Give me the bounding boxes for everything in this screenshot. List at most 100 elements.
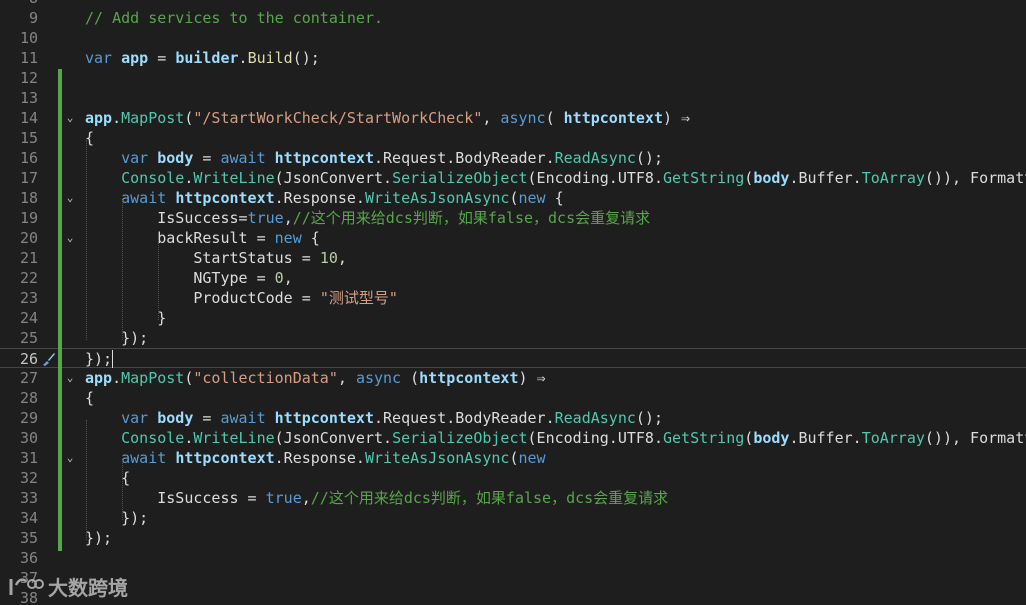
code-text[interactable]: await httpcontext.Response.WriteAsJsonAs…	[85, 188, 564, 208]
line-number: 17	[19, 169, 38, 187]
code-text[interactable]: }	[85, 308, 166, 328]
code-line[interactable]: 34 });	[0, 508, 1026, 528]
code-text[interactable]: });	[85, 508, 148, 528]
code-line[interactable]: 9 // Add services to the container.	[0, 8, 1026, 28]
code-line[interactable]: 28 {	[0, 388, 1026, 408]
code-line[interactable]: 20 ⌄ backResult = new {	[0, 228, 1026, 248]
code-line[interactable]: 27 ⌄ app.MapPost("collectionData", async (…	[0, 368, 1026, 388]
code-line[interactable]: 25 });	[0, 328, 1026, 348]
code-line[interactable]: 30 Console.WriteLine(JsonConvert.Seriali…	[0, 428, 1026, 448]
code-token: 0	[274, 269, 284, 287]
code-line[interactable]: 33 IsSuccess = true,//这个用来给dcs判断，如果false…	[0, 488, 1026, 508]
fold-chevron-icon[interactable]: ⌄	[64, 112, 76, 124]
code-line[interactable]: 37	[0, 568, 1026, 588]
code-text[interactable]: StartStatus = 10,	[85, 248, 347, 268]
code-text[interactable]: Console.WriteLine(JsonConvert.SerializeO…	[85, 428, 1026, 448]
code-token: "测试型号"	[319, 289, 398, 307]
code-text[interactable]: var body = await httpcontext.Request.Bod…	[85, 408, 663, 428]
code-token: ,	[337, 369, 356, 387]
code-line[interactable]: 31 ⌄ await httpcontext.Response.WriteAsJs…	[0, 448, 1026, 468]
code-line[interactable]: 32 {	[0, 468, 1026, 488]
code-line[interactable]: 19 IsSuccess=true,//这个用来给dcs判断，如果false，d…	[0, 208, 1026, 228]
code-line[interactable]: 24 }	[0, 308, 1026, 328]
code-text[interactable]: await httpcontext.Response.WriteAsJsonAs…	[85, 448, 545, 468]
code-token: {	[85, 469, 131, 487]
code-editor[interactable]: 89 // Add services to the container. 10 11 v…	[0, 0, 1026, 605]
code-token: {	[301, 229, 320, 247]
code-text[interactable]: var body = await httpcontext.Request.Bod…	[85, 148, 663, 168]
code-text[interactable]: Console.WriteLine(JsonConvert.SerializeO…	[85, 168, 1026, 188]
code-token: var	[121, 409, 149, 427]
code-token: });	[85, 509, 149, 527]
code-token: ()), Formatt	[924, 429, 1026, 447]
fold-chevron-icon[interactable]: ⌄	[64, 452, 76, 464]
line-number: 27	[19, 369, 38, 387]
code-token: (	[401, 369, 420, 387]
code-text[interactable]: var app = builder.Build();	[85, 48, 320, 68]
fold-chevron-icon[interactable]: ⌄	[64, 232, 76, 244]
code-line[interactable]: 35});	[0, 528, 1026, 548]
code-line[interactable]: 8	[0, 0, 1026, 8]
code-line[interactable]: 18 ⌄ await httpcontext.Response.WriteAsJs…	[0, 188, 1026, 208]
code-token: IsSuccess=	[85, 209, 248, 227]
code-line[interactable]: 16 var body = await httpcontext.Request.…	[0, 148, 1026, 168]
code-line[interactable]: 26});	[0, 348, 1026, 368]
code-token: WriteAsJsonAsync	[364, 189, 510, 207]
code-line[interactable]: 21 StartStatus = 10,	[0, 248, 1026, 268]
line-number: 13	[19, 89, 38, 107]
code-token: "collectionData"	[193, 369, 338, 387]
code-token: SerializeObject	[392, 169, 528, 187]
quick-actions-brush-icon[interactable]	[40, 351, 56, 367]
indent-guide	[86, 140, 87, 340]
code-line[interactable]: 29 var body = await httpcontext.Request.…	[0, 408, 1026, 428]
code-line[interactable]: 11 var app = builder.Build();	[0, 48, 1026, 68]
code-text[interactable]: IsSuccess = true,//这个用来给dcs判断，如果false，dc…	[85, 488, 668, 508]
code-line[interactable]: 23 ProductCode = "测试型号"	[0, 288, 1026, 308]
code-line[interactable]: 17 Console.WriteLine(JsonConvert.Seriali…	[0, 168, 1026, 188]
code-token: (	[545, 109, 564, 127]
code-line[interactable]: 10	[0, 28, 1026, 48]
line-number: 35	[19, 529, 38, 547]
code-line[interactable]: 14 ⌄ app.MapPost ("/StartWorkCheck/StartWor…	[0, 108, 1026, 128]
code-text[interactable]: });	[85, 349, 112, 369]
code-line[interactable]: 13	[0, 88, 1026, 108]
fold-chevron-icon[interactable]: ⌄	[64, 192, 76, 204]
code-text[interactable]: // Add services to the container.	[85, 8, 383, 28]
line-number: 12	[19, 69, 38, 87]
code-text[interactable]: app.MapPost ("/StartWorkCheck/StartWorkCh…	[85, 108, 690, 128]
code-text[interactable]: app.MapPost("collectionData", async (htt…	[85, 368, 546, 388]
code-line[interactable]: 36	[0, 548, 1026, 568]
code-text[interactable]: });	[85, 328, 148, 348]
code-token: ,	[301, 489, 311, 507]
line-number: 23	[19, 289, 38, 307]
code-token: httpcontext	[274, 409, 374, 427]
code-token: ReadAsync	[554, 149, 636, 167]
line-number: 16	[19, 149, 38, 167]
code-line[interactable]: 12	[0, 68, 1026, 88]
code-token: ,	[283, 269, 293, 287]
code-token: WriteAsJsonAsync	[364, 449, 510, 467]
code-token: =	[193, 149, 221, 167]
line-number: 11	[19, 49, 38, 67]
code-token: .Response.	[274, 449, 365, 467]
code-line[interactable]: 15{	[0, 128, 1026, 148]
code-token: SerializeObject	[392, 429, 528, 447]
code-line[interactable]: 38	[0, 588, 1026, 605]
code-text[interactable]: ProductCode = "测试型号"	[85, 288, 398, 308]
code-text[interactable]: IsSuccess=true,//这个用来给dcs判断，如果false，dcs会…	[85, 208, 650, 228]
code-token: =	[148, 49, 176, 67]
code-text[interactable]: backResult = new {	[85, 228, 320, 248]
code-text[interactable]: {	[85, 388, 94, 408]
fold-chevron-icon[interactable]: ⌄	[64, 372, 76, 384]
code-text[interactable]: {	[85, 468, 130, 488]
code-text[interactable]: NGType = 0,	[85, 268, 293, 288]
indent-guide	[86, 420, 87, 540]
code-line[interactable]: 22 NGType = 0,	[0, 268, 1026, 288]
code-token: (Encoding.UTF8.	[527, 429, 663, 447]
code-text[interactable]: });	[85, 528, 112, 548]
line-number: 19	[19, 209, 38, 227]
